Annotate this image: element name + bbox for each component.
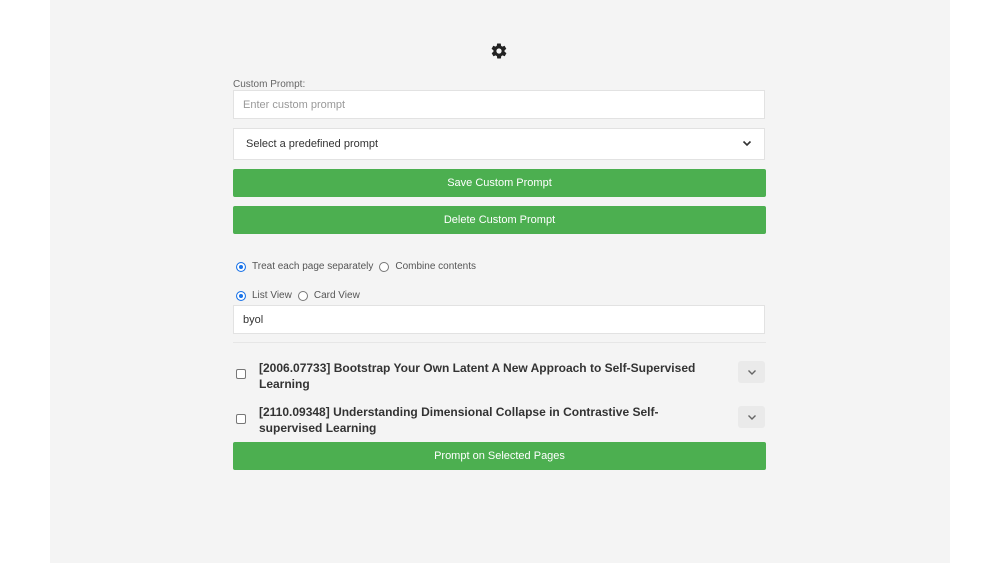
search-input-value: byol [243,313,264,326]
mode-radio-group: Treat each page separately Combine conte… [236,261,476,272]
radio-card-view[interactable] [297,290,308,301]
search-input[interactable]: byol [233,305,765,334]
custom-prompt-label: Custom Prompt: [233,79,306,90]
page-checkbox[interactable] [236,369,246,379]
radio-combine-contents-label: Combine contents [395,261,476,272]
predefined-prompt-selected: Select a predefined prompt [246,138,379,150]
chevron-down-icon [742,138,752,151]
radio-treat-separately-label: Treat each page separately [252,261,374,272]
main-panel [50,0,950,563]
radio-treat-separately[interactable] [236,261,246,272]
page-title: [2006.07733] Bootstrap Your Own Latent A… [259,361,696,391]
page-title: [2110.09348] Understanding Dimensional C… [259,405,659,435]
delete-custom-prompt-button[interactable]: Delete Custom Prompt [233,206,766,234]
expand-button[interactable] [738,361,765,383]
chevron-down-icon [747,370,756,375]
radio-combine-contents[interactable] [379,261,390,272]
page-checkbox[interactable] [236,414,246,424]
view-radio-group: List View Card View [236,290,360,301]
prompt-selected-pages-button[interactable]: Prompt on Selected Pages [233,442,766,470]
save-custom-prompt-button[interactable]: Save Custom Prompt [233,169,766,197]
predefined-prompt-select[interactable]: Select a predefined prompt [233,128,765,160]
expand-button[interactable] [738,406,765,428]
radio-list-view-label: List View [252,290,292,301]
radio-list-view[interactable] [236,290,246,301]
custom-prompt-input[interactable] [233,90,765,119]
radio-card-view-label: Card View [313,290,360,301]
gear-icon[interactable] [490,42,508,60]
list-item: [2110.09348] Understanding Dimensional C… [233,402,766,440]
divider [233,342,766,343]
chevron-down-icon [747,415,756,420]
list-item: [2006.07733] Bootstrap Your Own Latent A… [233,358,766,396]
